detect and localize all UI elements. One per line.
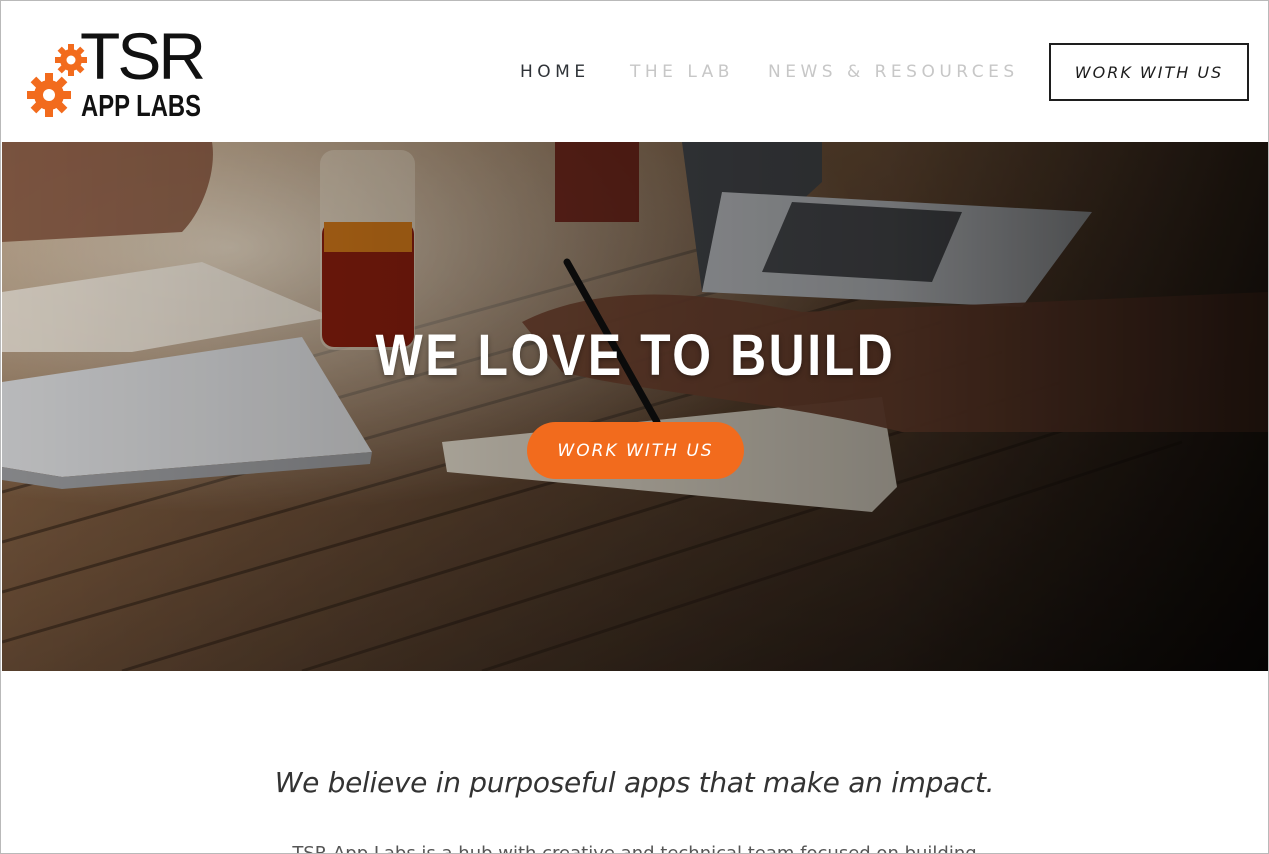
nav-item-home[interactable]: HOME bbox=[520, 62, 590, 82]
site-header: TSR APP LABS HOME THE LAB NEWS & RESOURC… bbox=[1, 1, 1268, 142]
hero-background-image bbox=[2, 142, 1268, 671]
nav-item-news-resources[interactable]: NEWS & RESOURCES bbox=[768, 62, 1019, 82]
hero-section: WE LOVE TO BUILD WORK WITH US bbox=[2, 142, 1268, 671]
hero-title: WE LOVE TO BUILD bbox=[375, 323, 896, 388]
intro-body: TSR App Labs is a hub with creative and … bbox=[292, 843, 977, 854]
nav-item-the-lab[interactable]: THE LAB bbox=[630, 62, 734, 82]
page: TSR APP LABS HOME THE LAB NEWS & RESOURC… bbox=[0, 0, 1269, 854]
intro-section: We believe in purposeful apps that make … bbox=[1, 671, 1268, 854]
logo-wordmark-bottom: APP LABS bbox=[81, 88, 201, 123]
header-work-with-us-button[interactable]: WORK WITH US bbox=[1049, 43, 1249, 101]
hero-work-with-us-button[interactable]: WORK WITH US bbox=[527, 422, 744, 479]
intro-tagline: We believe in purposeful apps that make … bbox=[274, 766, 995, 799]
